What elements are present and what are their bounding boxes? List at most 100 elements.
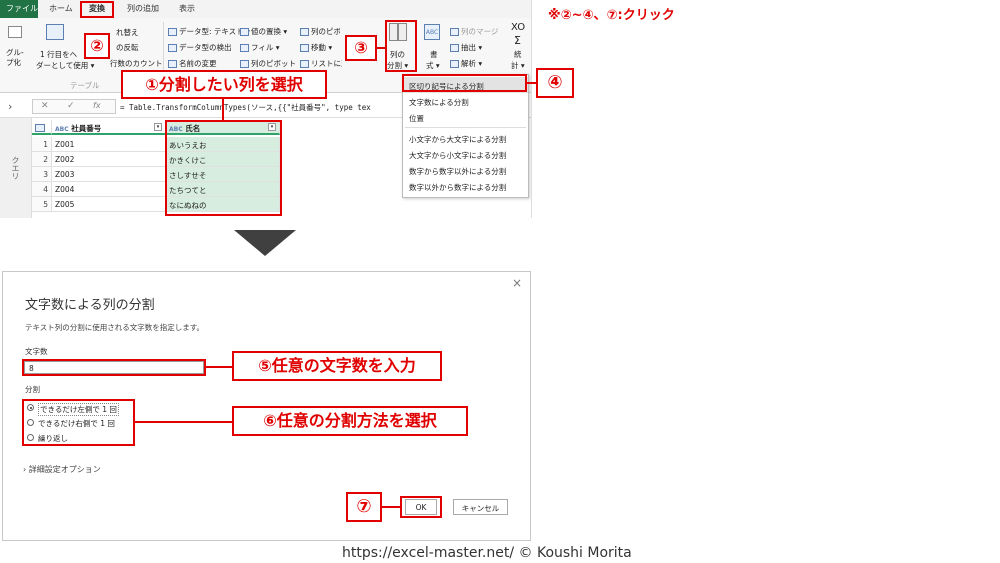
click-note: ※②~④、⑦:クリック [548,8,675,23]
detect-type-icon [168,44,177,52]
statistics-button[interactable]: 統 [514,49,522,60]
data-type-icon [168,28,177,36]
copyright-credit: https://excel-master.net/ © Koushi Morit… [342,545,632,561]
table-cell[interactable]: Z005 [52,197,166,212]
menu-item-non-digit-to-digit[interactable]: 数字以外から数字による分割 [403,178,528,194]
collapse-arrow-icon[interactable]: › [8,100,12,113]
convert-to-list-button[interactable]: リストに変換 [300,58,342,69]
menu-item-digit-to-non-digit[interactable]: 数字から数字以外による分割 [403,162,528,178]
chevron-right-icon: › [23,465,27,474]
row-number: 3 [32,167,52,182]
tab-view[interactable]: 表示 [179,3,195,14]
unpivot-button[interactable]: 列のピボット解除 [300,26,340,37]
advanced-options-label: 詳細設定オプション [28,465,101,474]
cancel-formula-icon[interactable]: ✕ [41,101,49,111]
rename-button[interactable]: 名前の変更 [168,58,217,69]
query-pane[interactable]: クエリ [0,118,32,218]
menu-item-upper-to-lower[interactable]: 大文字から小文字による分割 [403,146,528,162]
transpose-button[interactable]: れ替え [116,27,139,38]
table-header-icon [46,24,64,40]
column-header-employee-id[interactable]: ABC 社員番号 ▾ [52,120,166,135]
leader-line [206,366,232,368]
extract-label: 抽出 ▾ [461,43,483,52]
callout-step-6: ⑥任意の分割方法を選択 [232,406,468,436]
use-first-row-button[interactable]: 1 行目をヘ [40,49,77,60]
merge-columns-icon [450,28,459,36]
table-icon [35,124,45,132]
menu-item-lower-to-upper[interactable]: 小文字から大文字による分割 [403,130,528,146]
menu-separator [405,127,526,128]
table-cell[interactable]: Z004 [52,182,166,197]
query-pane-label: クエリ [11,156,20,180]
count-rows-button[interactable]: 行数のカウント [110,58,163,69]
use-first-row-button-line2[interactable]: ダーとして使用 ▾ [36,60,94,71]
highlight-chars-input [22,359,206,376]
leader-line [222,99,224,120]
row-number: 1 [32,137,52,152]
table-cell[interactable]: Z002 [52,152,166,167]
parse-label: 解析 ▾ [461,59,483,68]
reverse-rows-button[interactable]: の反転 [116,42,139,53]
group-by-icon [8,26,22,38]
formula-controls: ✕ ✓ fx [32,99,116,114]
highlight-split-by-delimiter [402,74,527,92]
formula-text[interactable]: = Table.TransformColumnTypes(ソース,{{"社員番号… [120,102,371,113]
fill-button[interactable]: フィル ▾ [240,42,280,53]
table-cell[interactable]: Z001 [52,137,166,152]
statistics-button-line2[interactable]: 計 ▾ [511,60,525,71]
merge-columns-label: 列のマージ [461,27,499,36]
move-button[interactable]: 移動 ▾ [300,42,332,53]
menu-item-split-by-number-of-characters[interactable]: 文字数による分割 [403,93,528,109]
parse-icon [450,60,459,68]
sigma-icon: Σ [514,34,521,47]
leader-line [382,506,400,508]
text-type-icon: ABC [55,126,69,133]
table-group-caption: テーブル [70,81,100,90]
tab-file[interactable]: ファイル [0,0,38,18]
callout-step-4: ④ [536,68,574,98]
pivot-column-button[interactable]: 列のピボット [240,58,296,69]
highlight-name-column [165,120,282,216]
format-button[interactable]: 書 [430,49,438,60]
menu-item-split-by-positions[interactable]: 位置 [403,109,528,125]
table-cell[interactable]: Z003 [52,167,166,182]
extract-icon [450,44,459,52]
data-type-dropdown[interactable]: データ型: テキスト ▾ [168,26,250,37]
fill-icon [240,44,249,52]
extract-button[interactable]: 抽出 ▾ [450,42,482,53]
tab-home[interactable]: ホーム [49,3,73,14]
group-by-button[interactable]: グル-プ化 [6,48,28,68]
down-arrow-icon [234,230,296,256]
rename-label: 名前の変更 [179,59,217,68]
replace-values-label: 値の置換 ▾ [251,27,288,36]
xo-icon: XO [511,22,526,33]
move-label: 移動 ▾ [311,43,333,52]
replace-values-button[interactable]: 値の置換 ▾ [240,26,287,37]
column-header-label: 社員番号 [71,124,102,133]
close-icon[interactable]: × [512,276,522,290]
fx-icon: fx [93,101,101,110]
move-icon [300,44,309,52]
advanced-options-toggle[interactable]: › 詳細設定オプション [23,464,101,475]
row-number: 5 [32,197,52,212]
detect-type-button[interactable]: データ型の検出 [168,42,232,53]
cancel-button[interactable]: キャンセル [453,499,508,515]
highlight-transform-tab [80,1,114,18]
format-icon: ABC [424,24,440,40]
select-all-corner[interactable] [32,120,52,135]
unpivot-icon [300,28,309,36]
chars-label: 文字数 [25,347,48,356]
leader-line [135,421,232,423]
filter-dropdown-icon[interactable]: ▾ [154,123,162,131]
highlight-split-options [22,399,135,446]
format-button-line2[interactable]: 式 ▾ [426,60,440,71]
replace-values-icon [240,28,249,36]
row-number: 2 [32,152,52,167]
rename-icon [168,60,177,68]
parse-button[interactable]: 解析 ▾ [450,58,482,69]
callout-step-2: ② [84,33,110,59]
tab-add-column[interactable]: 列の追加 [127,3,159,14]
confirm-formula-icon[interactable]: ✓ [67,101,75,111]
convert-to-list-label: リストに変換 [311,59,342,68]
merge-columns-button[interactable]: 列のマージ [450,26,498,37]
